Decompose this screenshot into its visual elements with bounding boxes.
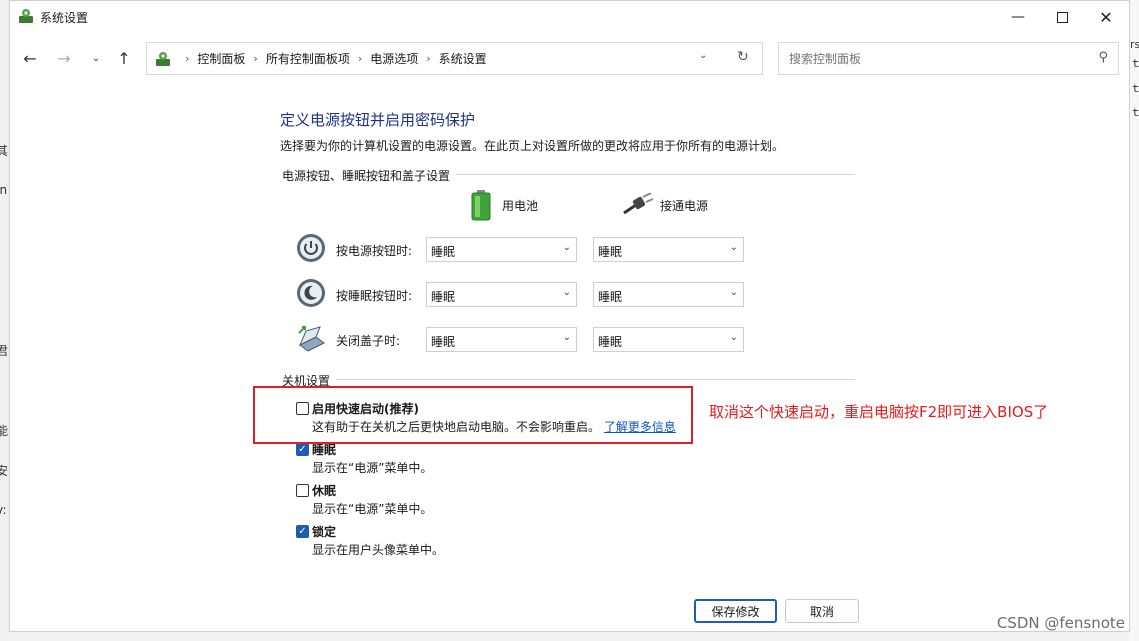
battery-label: 用电池 (502, 198, 539, 213)
close-button[interactable]: ✕ (1084, 1, 1128, 33)
page-description: 选择要为你的计算机设置的电源设置。在此页上对设置所做的更改将应用于你所有的电源计… (280, 139, 785, 153)
chevron-down-icon: ⌄ (562, 242, 571, 253)
chevron-down-icon: ⌄ (562, 332, 571, 343)
breadcrumb-item[interactable]: 电源选项 (370, 50, 418, 67)
bg-text: ｔ (1130, 57, 1139, 70)
checkmark-icon: ✓ (298, 526, 307, 537)
power-button-icon (297, 234, 325, 262)
save-changes-button[interactable]: 保存修改 (694, 599, 777, 623)
control-panel-icon (156, 51, 170, 66)
lock-option-label[interactable]: 锁定 (312, 523, 336, 540)
select-value: 睡眠 (431, 335, 456, 349)
navigation-bar: ← → ⌄ ↑ › 控制面板 › 所有控制面板项 › 电源选项 › 系统设置 ⌄… (10, 39, 1129, 79)
select-value: 睡眠 (598, 290, 623, 304)
plugged-in-label: 接通电源 (660, 198, 709, 213)
bg-text: ｔ (1130, 106, 1139, 119)
search-box[interactable]: ⚲ (778, 42, 1119, 75)
bg-text: 其 (0, 144, 9, 158)
sleep-checkbox[interactable]: ✓ (296, 443, 309, 456)
bg-text: v: (0, 503, 7, 517)
select-value: 睡眠 (598, 335, 623, 349)
power-plug-icon (623, 193, 654, 215)
checkmark-icon: ✓ (298, 444, 307, 455)
recent-locations-button[interactable]: ⌄ (84, 47, 108, 69)
breadcrumb-item[interactable]: 系统设置 (439, 50, 487, 67)
chevron-down-icon: ⌄ (729, 287, 738, 298)
plugged-in-column-header: 接通电源 (622, 193, 708, 217)
bg-text: 安 (0, 464, 9, 478)
arrow-left-icon: ← (23, 48, 37, 68)
section-heading-power: 电源按钮、睡眠按钮和盖子设置 (282, 167, 457, 184)
annotation-highlight-box (253, 386, 693, 444)
bg-text: In (0, 183, 8, 197)
control-panel-icon (19, 9, 33, 23)
minimize-button[interactable]: — (996, 1, 1040, 33)
battery-icon (471, 190, 491, 221)
back-button[interactable]: ← (18, 47, 42, 69)
divider (282, 379, 855, 380)
power-button-battery-select[interactable]: 睡眠 ⌄ (426, 237, 577, 262)
minimize-icon: — (1011, 9, 1025, 25)
select-value: 睡眠 (598, 245, 623, 259)
up-button[interactable]: ↑ (112, 47, 136, 69)
background-window-right: rs ｔ ｔ ｔ (1129, 0, 1139, 641)
power-button-plugged-select[interactable]: 睡眠 ⌄ (593, 237, 744, 262)
hibernate-option-label[interactable]: 休眠 (312, 482, 336, 499)
address-bar[interactable]: › 控制面板 › 所有控制面板项 › 电源选项 › 系统设置 ⌄ ↻ (146, 42, 763, 75)
search-input[interactable] (787, 51, 1081, 67)
annotation-text: 取消这个快速启动，重启电脑按F2即可进入BIOS了 (709, 403, 1049, 421)
arrow-right-icon: → (57, 48, 71, 68)
sleep-button-icon (297, 279, 325, 307)
close-icon: ✕ (1099, 7, 1113, 27)
hibernate-checkbox[interactable] (296, 484, 309, 497)
forward-button[interactable]: → (52, 47, 76, 69)
chevron-down-icon: ⌄ (562, 287, 571, 298)
lid-close-plugged-select[interactable]: 睡眠 ⌄ (593, 327, 744, 352)
sleep-button-plugged-select[interactable]: 睡眠 ⌄ (593, 282, 744, 307)
laptop-lid-icon (298, 326, 325, 352)
watermark: CSDN @fensnote (996, 614, 1125, 632)
arrow-up-icon: ↑ (117, 48, 131, 68)
bg-text: 君 (0, 344, 9, 358)
system-settings-window: 系统设置 — ✕ ← → ⌄ ↑ › 控制面板 › 所有控制面板项 › 电源选项… (9, 0, 1130, 632)
search-icon: ⚲ (1098, 50, 1108, 65)
select-value: 睡眠 (431, 290, 456, 304)
battery-column-header: 用电池 (470, 189, 538, 221)
chevron-right-icon: › (357, 52, 363, 65)
title-bar: 系统设置 — ✕ (10, 1, 1129, 33)
lid-close-label: 关闭盖子时: (336, 334, 401, 348)
lid-close-battery-select[interactable]: 睡眠 ⌄ (426, 327, 577, 352)
sleep-option-description: 显示在“电源”菜单中。 (312, 461, 433, 475)
breadcrumb: › 控制面板 › 所有控制面板项 › 电源选项 › 系统设置 (155, 43, 487, 74)
sleep-button-label: 按睡眠按钮时: (336, 289, 413, 303)
address-dropdown-button[interactable]: ⌄ (699, 50, 707, 61)
cancel-button[interactable]: 取消 (785, 599, 859, 623)
chevron-down-icon: ⌄ (729, 242, 738, 253)
select-value: 睡眠 (431, 245, 456, 259)
chevron-right-icon: › (426, 52, 431, 65)
bg-text: rs (1130, 38, 1139, 51)
window-title: 系统设置 (40, 11, 89, 25)
chevron-right-icon: › (253, 52, 258, 65)
bg-text: ｔ (1130, 82, 1139, 95)
background-window-left: 其 In 君 能 安 v: (0, 0, 9, 641)
sleep-button-battery-select[interactable]: 睡眠 ⌄ (426, 282, 577, 307)
lock-option-description: 显示在用户头像菜单中。 (312, 543, 445, 557)
power-button-label: 按电源按钮时: (336, 244, 413, 258)
chevron-down-icon: ⌄ (91, 52, 101, 64)
breadcrumb-item[interactable]: 所有控制面板项 (266, 50, 350, 67)
hibernate-option-description: 显示在“电源”菜单中。 (312, 502, 433, 516)
page-title: 定义电源按钮并启用密码保护 (280, 111, 476, 129)
maximize-button[interactable] (1040, 1, 1084, 33)
chevron-down-icon: ⌄ (729, 332, 738, 343)
maximize-icon (1056, 11, 1068, 23)
refresh-icon[interactable]: ↻ (737, 49, 749, 65)
chevron-right-icon: › (185, 52, 190, 65)
breadcrumb-item[interactable]: 控制面板 (197, 50, 245, 67)
bg-text: 能 (0, 424, 9, 438)
lock-checkbox[interactable]: ✓ (296, 525, 309, 538)
